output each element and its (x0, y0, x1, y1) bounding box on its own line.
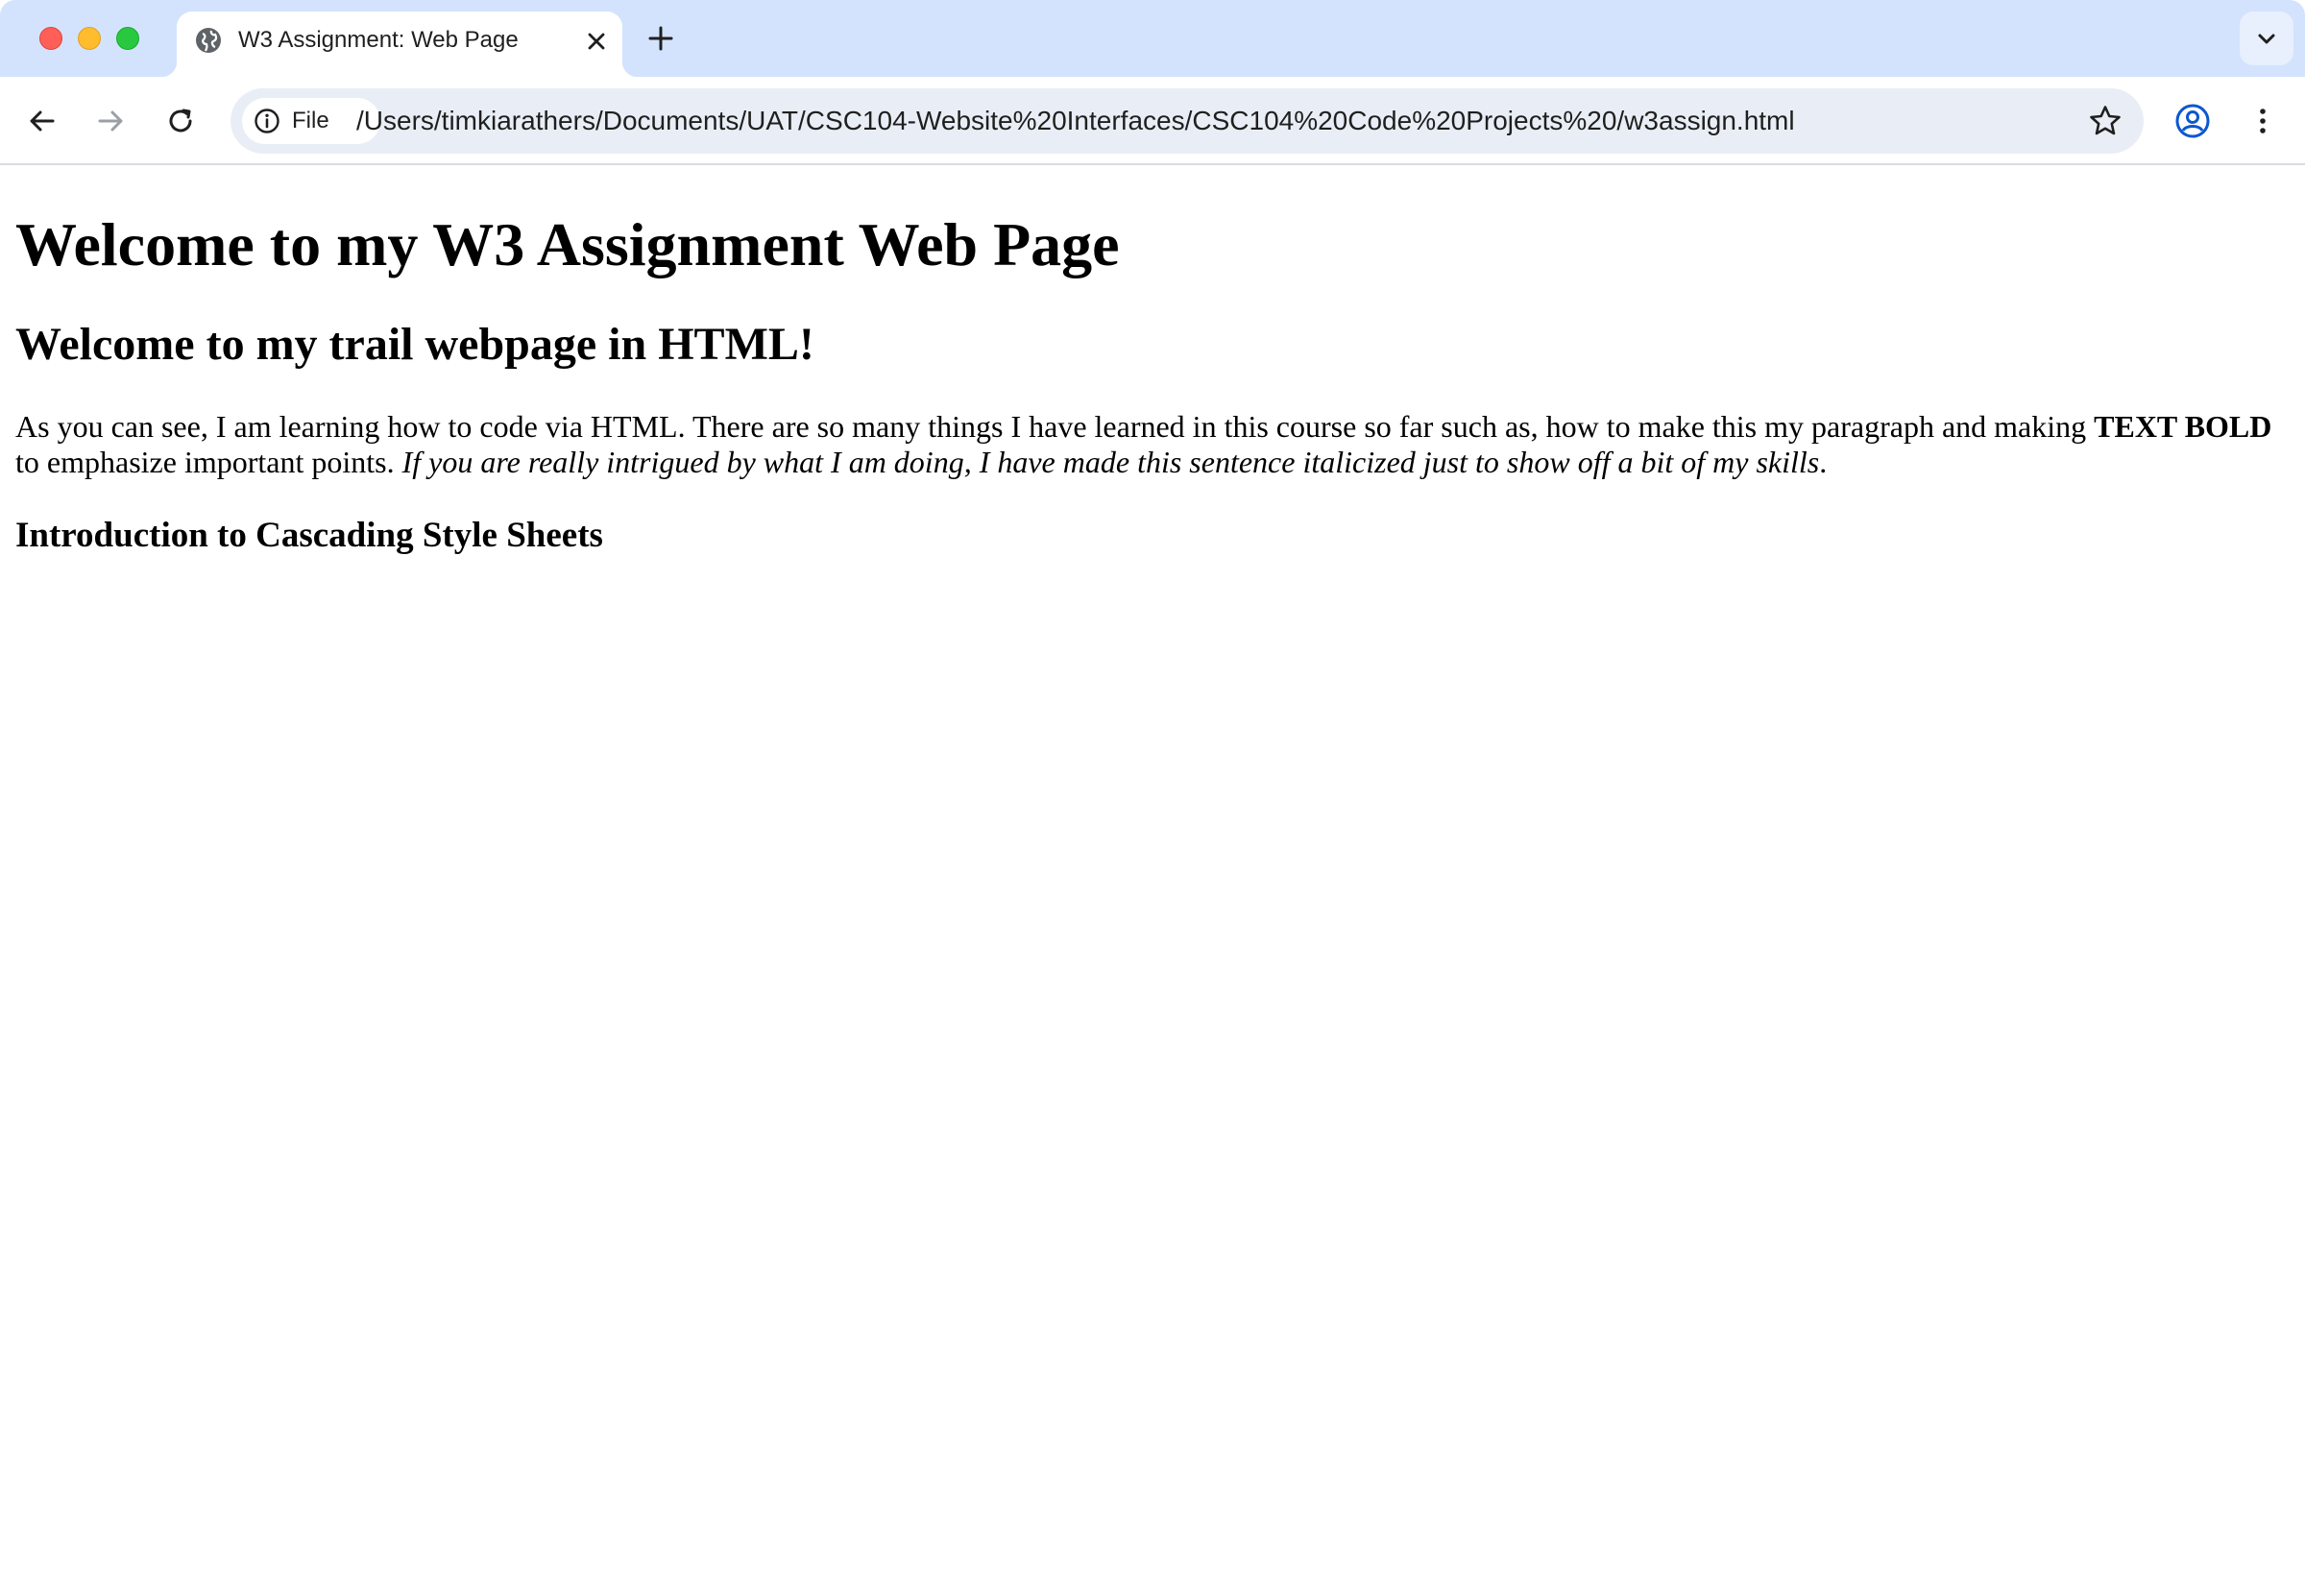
reload-button[interactable] (158, 98, 204, 144)
plus-icon[interactable] (645, 23, 676, 54)
close-window-button[interactable] (39, 27, 62, 50)
url-text[interactable]: /Users/timkiarathers/Documents/UAT/CSC10… (356, 105, 1795, 137)
page-content: Welcome to my W3 Assignment Web Page Wel… (0, 165, 2305, 1596)
tab-search-button[interactable] (2240, 12, 2293, 65)
minimize-window-button[interactable] (78, 27, 101, 50)
active-tab[interactable]: W3 Assignment: Web Page (161, 12, 638, 77)
bold-text: TEXT BOLD (2094, 409, 2272, 444)
page-heading-1: Welcome to my W3 Assignment Web Page (15, 210, 1120, 278)
maximize-window-button[interactable] (116, 27, 139, 50)
tab-strip: W3 Assignment: Web Page (0, 0, 2305, 77)
paragraph-text-start: As you can see, I am learning how to cod… (15, 409, 2095, 444)
paragraph-text-end: . (1819, 445, 1828, 479)
profile-button[interactable] (2170, 98, 2216, 144)
page-heading-3: Introduction to Cascading Style Sheets (15, 516, 603, 555)
kebab-menu-icon (2260, 109, 2266, 133)
back-button[interactable] (19, 98, 65, 144)
forward-button[interactable] (87, 98, 133, 144)
scheme-label: File (292, 108, 329, 133)
chevron-down-icon (2258, 34, 2275, 44)
toolbar: File /Users/timkiarathers/Documents/UAT/… (0, 77, 2305, 165)
tab-title: W3 Assignment: Web Page (238, 27, 519, 53)
menu-button[interactable] (2240, 98, 2286, 144)
italic-text: If you are really intrigued by what I am… (401, 445, 1820, 479)
paragraph-text-middle: to emphasize important points. (15, 445, 402, 479)
reload-icon (169, 109, 192, 133)
star-icon[interactable] (2088, 104, 2123, 138)
arrow-right-icon (98, 110, 123, 132)
close-icon[interactable] (584, 29, 609, 54)
address-bar[interactable]: File /Users/timkiarathers/Documents/UAT/… (230, 88, 2144, 154)
intro-paragraph: As you can see, I am learning how to cod… (15, 409, 2293, 480)
arrow-left-icon (30, 110, 55, 132)
browser-window: W3 Assignment: Web Page File /Users/timk… (0, 0, 2305, 1596)
globe-icon (196, 28, 221, 53)
profile-icon (2175, 104, 2210, 138)
page-heading-2: Welcome to my trail webpage in HTML! (15, 319, 814, 370)
info-icon (255, 109, 279, 133)
